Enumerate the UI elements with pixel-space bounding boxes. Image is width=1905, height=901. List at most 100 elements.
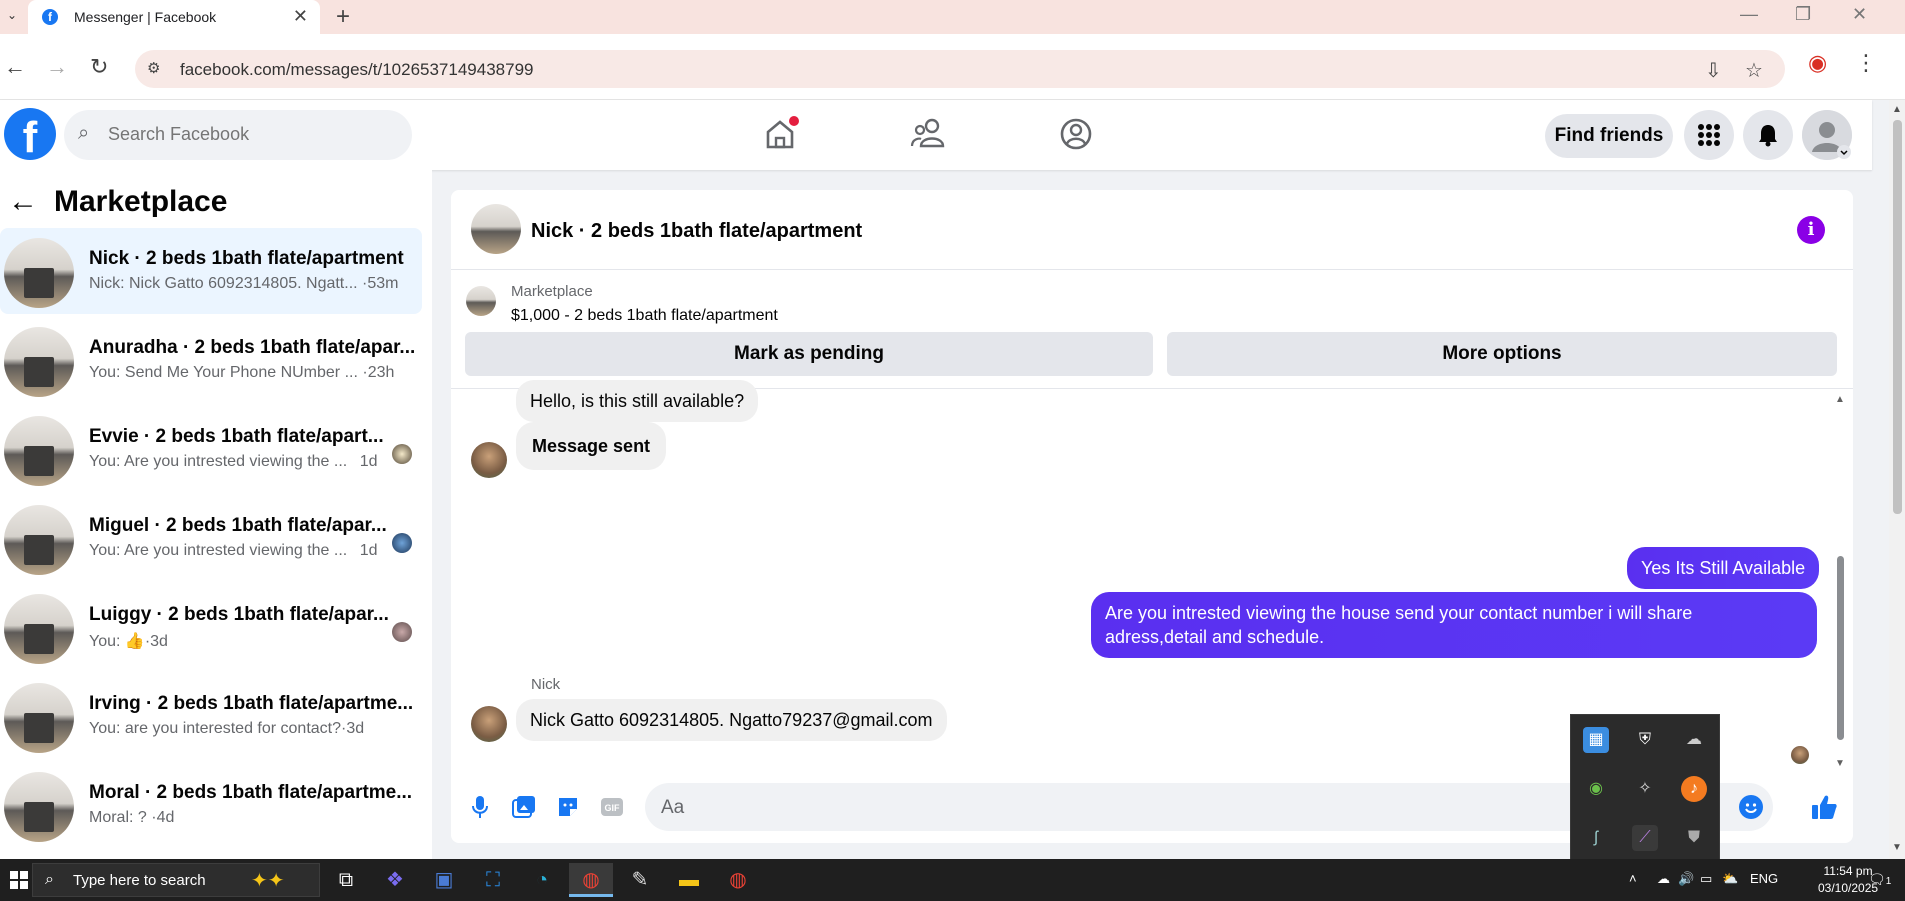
conversation-item[interactable]: Nick · 2 beds 1bath flate/apartment Nick… (0, 228, 422, 314)
chrome-profile-icon[interactable]: ◍ (716, 863, 760, 897)
notification-center-icon[interactable]: 🗨1 (1868, 871, 1891, 888)
sender-name: Nick (531, 676, 561, 693)
windows-start-icon[interactable] (10, 871, 30, 891)
conversation-item[interactable]: Luiggy · 2 beds 1bath flate/apar... You:… (0, 584, 422, 670)
listing-price-title[interactable]: $1,000 - 2 beds 1bath flate/apartment (511, 307, 778, 325)
copilot-icon[interactable]: ❖ (373, 863, 417, 897)
shield-app-icon[interactable]: ⛊ (1681, 825, 1707, 851)
task-view-icon[interactable]: ⧉ (324, 863, 368, 897)
feather-app-icon[interactable]: ⟋ (1632, 825, 1658, 851)
weather-icon[interactable]: ⛅ (1722, 871, 1738, 887)
conversation-item[interactable]: Irving · 2 beds 1bath flate/apartme... Y… (0, 673, 422, 759)
audio-app-icon[interactable]: ♪ (1681, 776, 1707, 802)
scroll-thumb[interactable] (1837, 556, 1844, 740)
new-tab-button[interactable]: + (336, 3, 350, 31)
conversation-item[interactable]: Anuradha · 2 beds 1bath flate/apar... Yo… (0, 317, 422, 403)
save-app-icon[interactable]: ▣ (422, 863, 466, 897)
file-explorer-icon[interactable]: ▬ (667, 863, 711, 897)
account-avatar[interactable] (1802, 110, 1852, 160)
photo-icon[interactable] (511, 795, 537, 821)
page-scroll-thumb[interactable] (1893, 120, 1902, 514)
find-friends-button[interactable]: Find friends (1545, 114, 1673, 158)
browser-tab[interactable]: f Messenger | Facebook ✕ (28, 0, 320, 34)
chat-header: Nick · 2 beds 1bath flate/apartment i (451, 190, 1853, 270)
scroll-down-icon[interactable]: ▼ (1835, 758, 1845, 769)
cloud-icon[interactable]: ☁ (1657, 871, 1670, 887)
forward-icon[interactable]: → (46, 54, 68, 80)
search-icon: ⌕ (45, 871, 54, 888)
site-settings-icon[interactable]: ⚙ (147, 59, 160, 77)
chrome-menu-icon[interactable]: ⋮ (1855, 50, 1877, 76)
satellite-icon[interactable]: ✧ (1632, 776, 1658, 802)
network-app-icon[interactable]: ▦ (1583, 727, 1609, 753)
conversation-name: Luiggy · 2 beds 1bath flate/apar... (89, 604, 389, 625)
page-scroll-down-icon[interactable]: ▼ (1892, 842, 1902, 853)
conversation-item[interactable]: Evvie · 2 beds 1bath flate/apart... You:… (0, 406, 422, 492)
language-indicator[interactable]: ENG (1750, 871, 1778, 886)
tab-search-icon[interactable]: ⌄ (4, 8, 20, 24)
menu-grid-icon[interactable] (1684, 110, 1734, 160)
conversation-time: 1d (359, 542, 378, 559)
sidebar-header: ← Marketplace (8, 185, 227, 219)
close-tab-icon[interactable]: ✕ (293, 6, 308, 27)
security-shield-icon[interactable]: ⛨ (1632, 727, 1658, 753)
conversation-time: ·3d (144, 633, 168, 650)
conversation-item[interactable]: Moral · 2 beds 1bath flate/apartme... Mo… (0, 762, 422, 848)
chat-title[interactable]: Nick · 2 beds 1bath flate/apartment (531, 220, 862, 243)
volume-icon[interactable]: 🔊 (1678, 871, 1694, 887)
edge-icon[interactable]: ◔ (520, 863, 564, 897)
read-receipt-avatar (392, 533, 412, 553)
notifications-bell-icon[interactable] (1743, 110, 1793, 160)
page-scroll-up-icon[interactable]: ▲ (1892, 104, 1902, 115)
bookmark-star-icon[interactable]: ☆ (1745, 58, 1763, 83)
back-icon[interactable]: ← (4, 54, 26, 80)
emoji-icon[interactable] (1739, 795, 1763, 819)
facebook-search[interactable]: ⌕ (64, 110, 412, 160)
sender-avatar[interactable] (471, 442, 507, 478)
tray-chevron-icon[interactable]: ˄ (1629, 871, 1637, 886)
home-icon[interactable] (760, 114, 800, 154)
address-bar[interactable]: ⚙ facebook.com/messages/t/10265371494387… (135, 50, 1785, 88)
microphone-icon[interactable] (467, 795, 493, 821)
mark-as-pending-button[interactable]: Mark as pending (465, 332, 1153, 376)
sticker-icon[interactable] (555, 795, 581, 821)
windows-taskbar: ⌕ Type here to search ✦✦ ⧉ ❖ ▣ ⛶ ◔ ◍ ✎ ▬… (0, 859, 1905, 901)
search-input[interactable] (108, 124, 388, 145)
chrome-icon[interactable]: ◍ (569, 863, 613, 897)
taskbar-search[interactable]: ⌕ Type here to search ✦✦ (32, 863, 320, 897)
listing-thumbnail[interactable] (471, 204, 521, 254)
taskbar-search-text: Type here to search (73, 872, 206, 889)
conversation-item[interactable]: Miguel · 2 beds 1bath flate/apar... You:… (0, 495, 422, 581)
back-arrow-icon[interactable]: ← (8, 185, 38, 218)
minimize-icon[interactable]: — (1740, 4, 1758, 25)
groups-icon[interactable] (1056, 114, 1096, 154)
thumbs-up-send-icon[interactable] (1809, 793, 1839, 819)
listing-thumbnail (4, 683, 74, 753)
sender-avatar[interactable] (471, 706, 507, 742)
friends-icon[interactable] (908, 114, 948, 154)
paint-app-icon[interactable]: ✎ (618, 863, 662, 897)
restore-icon[interactable]: ❐ (1795, 4, 1811, 25)
scroll-up-icon[interactable]: ▲ (1835, 394, 1845, 405)
onedrive-offline-icon[interactable]: ☁ (1681, 727, 1707, 753)
conversation-time: ·3d (341, 720, 365, 737)
conversation-info-icon[interactable]: i (1797, 216, 1825, 244)
conversation-name: Nick · 2 beds 1bath flate/apartment (89, 248, 404, 269)
globe-app-icon[interactable]: ◉ (1583, 776, 1609, 802)
more-options-button[interactable]: More options (1167, 332, 1837, 376)
gif-icon[interactable]: GIF (599, 795, 625, 821)
facebook-logo-icon[interactable]: f (4, 108, 56, 162)
store-icon[interactable]: ⛶ (471, 863, 515, 897)
conversation-preview: You: are you interested for contact?·3d (89, 720, 365, 737)
incoming-message: Nick Gatto 6092314805. Ngatto79237@gmail… (516, 699, 947, 741)
reload-icon[interactable]: ↻ (90, 54, 108, 80)
page-scrollbar[interactable]: ▲ ▼ (1889, 100, 1905, 859)
profile-icon[interactable]: ◉ (1808, 50, 1827, 76)
install-app-icon[interactable]: ⇩ (1705, 58, 1722, 83)
messages-scrollbar[interactable]: ▲ ▼ (1834, 394, 1846, 780)
script-app-icon[interactable]: ʃ (1583, 825, 1609, 851)
listing-thumbnail-small[interactable] (466, 286, 496, 316)
network-icon[interactable]: ▭ (1700, 871, 1712, 887)
url-text[interactable]: facebook.com/messages/t/1026537149438799 (180, 60, 533, 80)
close-window-icon[interactable]: ✕ (1852, 4, 1867, 25)
